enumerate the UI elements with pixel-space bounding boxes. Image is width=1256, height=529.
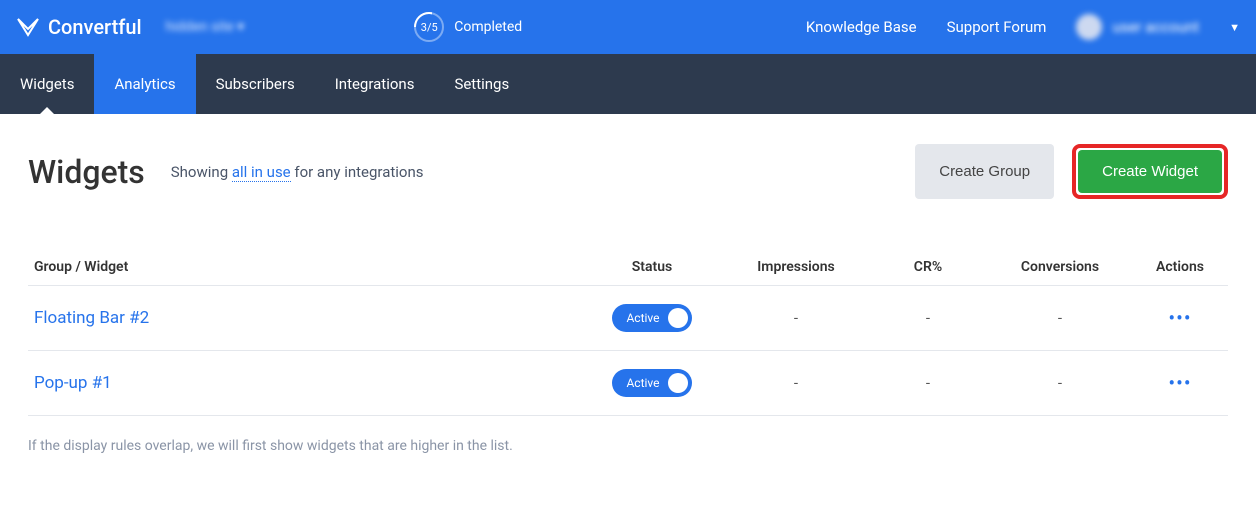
progress-label: Completed <box>454 19 522 35</box>
cell-impressions: - <box>724 351 868 416</box>
col-group: Group / Widget <box>28 249 580 286</box>
widgets-table: Group / Widget Status Impressions CR% Co… <box>28 249 1228 416</box>
nav-label: Analytics <box>114 75 175 93</box>
create-group-button[interactable]: Create Group <box>915 144 1054 199</box>
page-header: Widgets Showing all in use for any integ… <box>28 144 1228 199</box>
more-actions-icon[interactable]: ••• <box>1168 306 1191 330</box>
toggle-label: Active <box>626 311 659 325</box>
brand-logo-icon <box>16 13 40 42</box>
brand[interactable]: Convertful <box>16 13 142 42</box>
create-widget-highlight: Create Widget <box>1072 144 1228 199</box>
topbar: Convertful hidden site ▾ 3/5 Completed K… <box>0 0 1256 54</box>
brand-name: Convertful <box>48 15 142 39</box>
page-subtitle: Showing all in use for any integrations <box>171 163 424 181</box>
nav-widgets[interactable]: Widgets <box>0 54 94 114</box>
table-row: Pop-up #1 Active - - - ••• <box>28 351 1228 416</box>
page-content: Widgets Showing all in use for any integ… <box>0 114 1256 474</box>
progress-fraction: 3/5 <box>421 21 438 34</box>
nav-settings[interactable]: Settings <box>434 54 529 114</box>
nav-label: Integrations <box>335 75 415 93</box>
nav-analytics[interactable]: Analytics <box>94 54 195 114</box>
cell-conversions: - <box>988 351 1132 416</box>
widget-link[interactable]: Floating Bar #2 <box>34 308 149 328</box>
subtitle-prefix: Showing <box>171 163 232 181</box>
nav-label: Subscribers <box>216 75 295 93</box>
col-actions: Actions <box>1132 249 1228 286</box>
table-row: Floating Bar #2 Active - - - ••• <box>28 286 1228 351</box>
more-actions-icon[interactable]: ••• <box>1168 371 1191 395</box>
create-widget-button[interactable]: Create Widget <box>1078 150 1222 193</box>
toggle-label: Active <box>626 376 659 390</box>
main-nav: Widgets Analytics Subscribers Integratio… <box>0 54 1256 114</box>
site-selector[interactable]: hidden site ▾ <box>166 19 245 35</box>
topbar-links: Knowledge Base Support Forum user accoun… <box>806 14 1240 40</box>
footnote: If the display rules overlap, we will fi… <box>28 438 1228 454</box>
nav-integrations[interactable]: Integrations <box>315 54 435 114</box>
cell-impressions: - <box>724 286 868 351</box>
page-title: Widgets <box>28 153 145 191</box>
knowledge-base-link[interactable]: Knowledge Base <box>806 18 917 36</box>
widget-link[interactable]: Pop-up #1 <box>34 373 112 393</box>
cell-cr: - <box>868 286 988 351</box>
onboarding-progress[interactable]: 3/5 Completed <box>414 12 522 42</box>
toggle-knob-icon <box>668 308 688 328</box>
account-menu[interactable]: user account <box>1076 14 1199 40</box>
col-impressions: Impressions <box>724 249 868 286</box>
status-toggle[interactable]: Active <box>612 369 691 397</box>
cell-conversions: - <box>988 286 1132 351</box>
avatar-icon <box>1076 14 1102 40</box>
nav-label: Widgets <box>20 75 74 93</box>
col-status: Status <box>580 249 724 286</box>
filter-link[interactable]: all in use <box>232 163 291 182</box>
toggle-knob-icon <box>668 373 688 393</box>
account-name: user account <box>1112 18 1199 36</box>
nav-label: Settings <box>454 75 509 93</box>
col-conversions: Conversions <box>988 249 1132 286</box>
progress-circle-icon: 3/5 <box>414 12 444 42</box>
col-cr: CR% <box>868 249 988 286</box>
status-toggle[interactable]: Active <box>612 304 691 332</box>
nav-subscribers[interactable]: Subscribers <box>196 54 315 114</box>
subtitle-suffix: for any integrations <box>291 163 424 181</box>
chevron-down-icon[interactable]: ▼ <box>1229 21 1240 34</box>
table-header-row: Group / Widget Status Impressions CR% Co… <box>28 249 1228 286</box>
header-actions: Create Group Create Widget <box>915 144 1228 199</box>
cell-cr: - <box>868 351 988 416</box>
support-forum-link[interactable]: Support Forum <box>947 18 1047 36</box>
